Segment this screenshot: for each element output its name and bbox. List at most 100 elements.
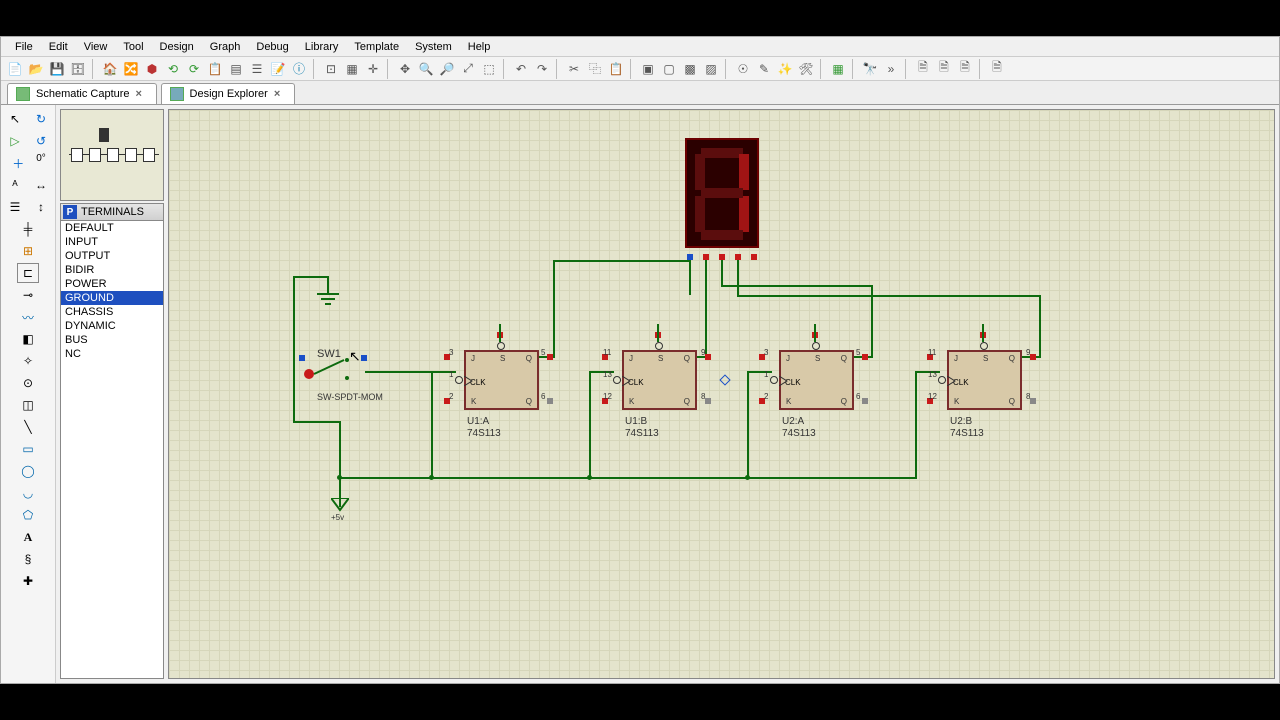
device-pin-icon[interactable]: ⊸ <box>17 285 39 305</box>
symbol-tool-icon[interactable]: § <box>17 549 39 569</box>
terminal-item-dynamic[interactable]: DYNAMIC <box>61 319 163 333</box>
pcb-layout-icon[interactable]: ▦ <box>828 59 848 79</box>
seven-segment-display[interactable] <box>685 138 759 248</box>
menu-debug[interactable]: Debug <box>248 39 296 55</box>
subcircuit-tool-icon[interactable]: ⊞ <box>17 241 39 261</box>
nav-forward-icon[interactable]: ⟳ <box>184 59 204 79</box>
terminal-item-chassis[interactable]: CHASSIS <box>61 305 163 319</box>
undo-icon[interactable]: ↶ <box>511 59 531 79</box>
terminal-item-bus[interactable]: BUS <box>61 333 163 347</box>
origin-icon[interactable]: ✛ <box>363 59 383 79</box>
ungroup-icon[interactable]: ▨ <box>701 59 721 79</box>
open-file-icon[interactable]: 📂 <box>26 59 46 79</box>
ic-u1a[interactable]: J S Q CLK K Q <box>464 350 539 410</box>
menu-graph[interactable]: Graph <box>202 39 249 55</box>
terminal-item-bidir[interactable]: BIDIR <box>61 263 163 277</box>
list-icon[interactable]: ☰ <box>247 59 267 79</box>
notes-icon[interactable]: 📝 <box>268 59 288 79</box>
pick-tool-icon[interactable]: ☉ <box>733 59 753 79</box>
circle-tool-icon[interactable]: ◯ <box>17 461 39 481</box>
send-back-icon[interactable]: ▢ <box>659 59 679 79</box>
report-icon[interactable]: 📋 <box>205 59 225 79</box>
arc-tool-icon[interactable]: ◡ <box>17 483 39 503</box>
redo-icon[interactable]: ↷ <box>532 59 552 79</box>
export-icon[interactable]: 🗎 <box>987 59 1007 79</box>
bring-front-icon[interactable]: ▣ <box>638 59 658 79</box>
terminal-tool-icon[interactable]: ⊏ <box>17 263 39 283</box>
toggle-grid-icon[interactable]: ▦ <box>342 59 362 79</box>
probe-tool-icon[interactable]: ⊙ <box>17 373 39 393</box>
ic-u2a[interactable]: J S Q CLK K Q <box>779 350 854 410</box>
menu-help[interactable]: Help <box>460 39 499 55</box>
menu-design[interactable]: Design <box>152 39 202 55</box>
trace-tool-icon[interactable]: ✎ <box>754 59 774 79</box>
rect-tool-icon[interactable]: ▭ <box>17 439 39 459</box>
terminal-item-output[interactable]: OUTPUT <box>61 249 163 263</box>
menu-template[interactable]: Template <box>346 39 407 55</box>
line-tool-icon[interactable]: ╲ <box>17 417 39 437</box>
zoom-out-icon[interactable]: 🔎 <box>437 59 457 79</box>
annotation-text-icon[interactable]: A <box>17 527 39 547</box>
selection-tool-icon[interactable]: ▷ <box>4 131 26 151</box>
menu-view[interactable]: View <box>76 39 116 55</box>
terminal-item-nc[interactable]: NC <box>61 347 163 361</box>
copy-icon[interactable]: ⿻ <box>585 59 605 79</box>
close-tab-icon[interactable]: × <box>274 88 286 100</box>
rotate-cw-icon[interactable]: ↻ <box>30 109 52 129</box>
mirror-h-icon[interactable]: ↔ <box>30 175 52 195</box>
pointer-tool-icon[interactable]: ↖ <box>4 109 26 129</box>
terminal-item-ground[interactable]: GROUND <box>61 291 163 305</box>
package-icon[interactable]: ⬢ <box>142 59 162 79</box>
text-tool-icon[interactable]: ☰ <box>4 197 26 217</box>
find-next-icon[interactable]: » <box>881 59 901 79</box>
graph-tool-icon[interactable]: 〰 <box>17 307 39 327</box>
plus-tool-icon[interactable]: ✚ <box>17 571 39 591</box>
tab-design-explorer[interactable]: Design Explorer × <box>161 83 295 104</box>
terminal-item-default[interactable]: DEFAULT <box>61 221 163 235</box>
doc-a-icon[interactable]: 🗎 <box>913 59 933 79</box>
home-icon[interactable]: 🏠 <box>100 59 120 79</box>
help-icon[interactable]: ⓘ <box>289 59 309 79</box>
pick-device-icon[interactable]: P <box>63 205 77 219</box>
zoom-in-icon[interactable]: 🔍 <box>416 59 436 79</box>
switch-symbol-icon[interactable] <box>299 356 361 386</box>
layers-icon[interactable]: ▤ <box>226 59 246 79</box>
menu-library[interactable]: Library <box>297 39 347 55</box>
terminal-item-input[interactable]: INPUT <box>61 235 163 249</box>
terminals-list[interactable]: DEFAULT INPUT OUTPUT BIDIR POWER GROUND … <box>60 221 164 679</box>
polygon-tool-icon[interactable]: ⬠ <box>17 505 39 525</box>
bus-tool-icon[interactable]: ╪ <box>17 219 39 239</box>
save-icon[interactable]: 💾 <box>47 59 67 79</box>
wizard-icon[interactable]: ✨ <box>775 59 795 79</box>
tab-schematic-capture[interactable]: Schematic Capture × <box>7 83 157 104</box>
zoom-region-icon[interactable]: ⬚ <box>479 59 499 79</box>
menu-file[interactable]: File <box>7 39 41 55</box>
new-file-icon[interactable]: 📄 <box>5 59 25 79</box>
binoculars-icon[interactable]: 🔭 <box>860 59 880 79</box>
label-tool-icon[interactable]: ᴬ <box>4 175 26 195</box>
group-icon[interactable]: ▩ <box>680 59 700 79</box>
ic-u2b[interactable]: J S Q CLK K Q <box>947 350 1022 410</box>
save-all-icon[interactable]: 🗄 <box>68 59 88 79</box>
rotate-ccw-icon[interactable]: ↺ <box>30 131 52 151</box>
paste-icon[interactable]: 📋 <box>606 59 626 79</box>
pan-center-icon[interactable]: ✥ <box>395 59 415 79</box>
schematic-preview[interactable] <box>60 109 164 201</box>
add-wire-icon[interactable]: ＋ <box>7 153 29 173</box>
source-control-icon[interactable]: 🔀 <box>121 59 141 79</box>
schematic-canvas[interactable]: SW1 SW-SPDT-MOM ↖ +5v <box>168 109 1275 679</box>
tape-tool-icon[interactable]: ◧ <box>17 329 39 349</box>
toggle-grid-dots-icon[interactable]: ⊡ <box>321 59 341 79</box>
menu-edit[interactable]: Edit <box>41 39 76 55</box>
doc-c-icon[interactable]: 🗎 <box>955 59 975 79</box>
script-tool-icon[interactable]: 🛠 <box>796 59 816 79</box>
cut-icon[interactable]: ✂ <box>564 59 584 79</box>
zoom-fit-icon[interactable]: ⤢ <box>458 59 478 79</box>
close-tab-icon[interactable]: × <box>136 88 148 100</box>
terminal-item-power[interactable]: POWER <box>61 277 163 291</box>
instrument-tool-icon[interactable]: ◫ <box>17 395 39 415</box>
nav-back-icon[interactable]: ⟲ <box>163 59 183 79</box>
generator-tool-icon[interactable]: ✧ <box>17 351 39 371</box>
menu-system[interactable]: System <box>407 39 460 55</box>
mirror-v-icon[interactable]: ↕ <box>30 197 52 217</box>
